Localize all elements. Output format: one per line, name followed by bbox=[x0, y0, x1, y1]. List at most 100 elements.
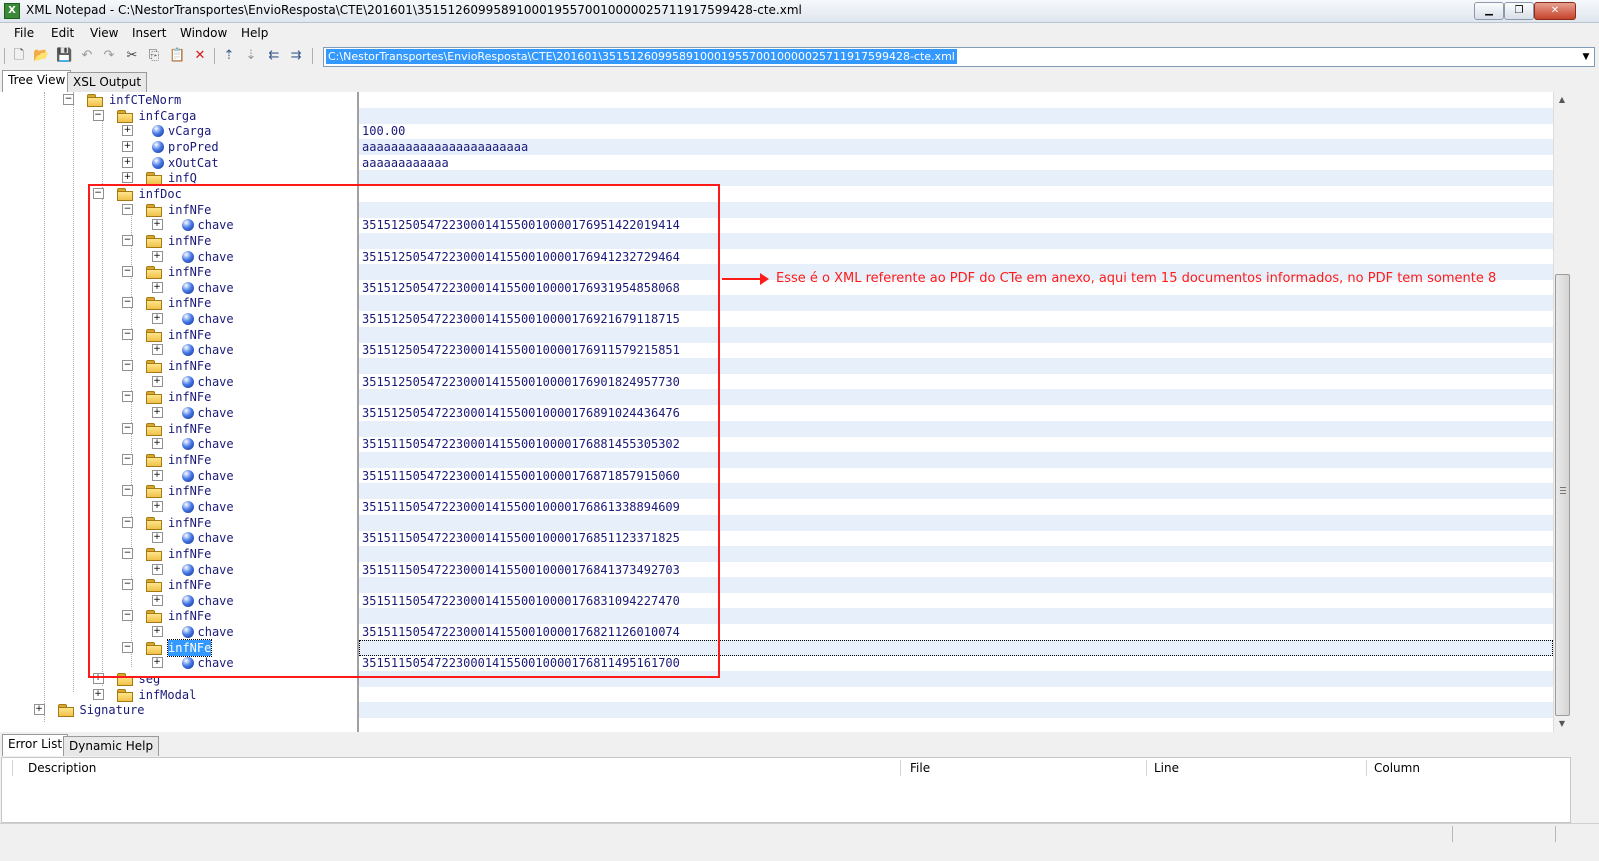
expand-icon[interactable]: + bbox=[122, 156, 133, 168]
attribute-node-icon bbox=[152, 125, 164, 138]
menu-help[interactable]: Help bbox=[241, 26, 268, 40]
status-bar bbox=[0, 823, 1599, 844]
value-row[interactable] bbox=[359, 92, 1553, 108]
toolbar-separator bbox=[312, 48, 313, 64]
menu-bar: File Edit View Insert Window Help bbox=[0, 23, 1599, 43]
node-label[interactable]: infCarga bbox=[139, 108, 197, 124]
minimize-button[interactable]: ▁ bbox=[1474, 2, 1504, 20]
tree-node[interactable]: + xOutCat bbox=[0, 155, 358, 171]
vertical-scrollbar[interactable]: ▲ ▼ bbox=[1553, 92, 1570, 732]
expand-icon[interactable]: + bbox=[122, 140, 133, 152]
column-column[interactable]: Column bbox=[1374, 758, 1420, 778]
column-description[interactable]: Description bbox=[28, 758, 96, 778]
scrollbar-grip bbox=[1560, 490, 1566, 491]
tree-node[interactable]: − infCTeNorm bbox=[0, 92, 358, 108]
attribute-node-icon bbox=[152, 140, 164, 153]
toolbar-grip bbox=[4, 48, 5, 64]
value-row[interactable]: aaaaaaaaaaaaaaaaaaaaaaa bbox=[359, 138, 1553, 155]
title-bar: X XML Notepad - C:\NestorTransportes\Env… bbox=[0, 0, 1599, 23]
tab-tree-view[interactable]: Tree View bbox=[2, 70, 72, 93]
expand-icon[interactable]: + bbox=[122, 125, 133, 137]
scroll-up-arrow-icon[interactable]: ▲ bbox=[1554, 92, 1570, 108]
open-icon[interactable]: 📂 bbox=[33, 48, 49, 64]
value-row[interactable]: aaaaaaaaaaaa bbox=[359, 155, 1553, 171]
toolbar-separator bbox=[214, 48, 215, 64]
annotation-arrow-line bbox=[722, 278, 762, 280]
tree-node[interactable]: + proPred bbox=[0, 139, 358, 155]
attribute-node-icon bbox=[152, 156, 164, 169]
undo-icon[interactable]: ↶ bbox=[79, 48, 95, 64]
xml-notepad-app-icon: X bbox=[4, 3, 20, 19]
tab-dynamic-help[interactable]: Dynamic Help bbox=[63, 736, 160, 756]
node-label[interactable]: proPred bbox=[168, 139, 219, 155]
maximize-button[interactable]: ❐ bbox=[1504, 2, 1534, 20]
column-separator bbox=[1366, 760, 1367, 776]
column-separator bbox=[1146, 760, 1147, 776]
node-value[interactable]: 100.00 bbox=[362, 123, 405, 139]
node-value[interactable]: aaaaaaaaaaaa bbox=[362, 155, 449, 171]
annotation-highlight-box bbox=[88, 184, 720, 678]
column-line[interactable]: Line bbox=[1154, 758, 1179, 778]
close-icon: ✕ bbox=[1550, 5, 1560, 16]
bottom-tabs: Error List Dynamic Help bbox=[0, 734, 1599, 756]
status-separator bbox=[1555, 826, 1556, 842]
scrollbar-thumb[interactable] bbox=[1555, 274, 1570, 716]
nudge-left-icon[interactable]: ⇇ bbox=[266, 48, 282, 64]
menu-edit[interactable]: Edit bbox=[51, 26, 74, 40]
column-file[interactable]: File bbox=[910, 758, 930, 778]
scroll-down-arrow-icon[interactable]: ▼ bbox=[1554, 716, 1570, 732]
folder-icon bbox=[116, 109, 133, 123]
error-list-body[interactable] bbox=[1, 778, 1571, 823]
value-row[interactable] bbox=[359, 687, 1553, 703]
tab-error-list[interactable]: Error List bbox=[2, 734, 69, 756]
redo-icon[interactable]: ↷ bbox=[101, 48, 117, 64]
node-label[interactable]: infModal bbox=[139, 687, 197, 703]
value-row[interactable]: 100.00 bbox=[359, 123, 1553, 139]
node-value[interactable]: aaaaaaaaaaaaaaaaaaaaaaa bbox=[362, 139, 528, 155]
tab-xsl-output[interactable]: XSL Output bbox=[67, 72, 148, 92]
scrollbar-grip bbox=[1560, 487, 1566, 488]
chevron-down-icon[interactable]: ▼ bbox=[1578, 48, 1594, 66]
node-label[interactable]: xOutCat bbox=[168, 155, 219, 171]
file-path-input[interactable]: C:\NestorTransportes\EnvioResposta\CTE\2… bbox=[326, 49, 957, 64]
status-separator bbox=[1452, 826, 1453, 842]
menu-file[interactable]: File bbox=[14, 26, 34, 40]
tree-node[interactable]: + Signature bbox=[0, 702, 358, 718]
view-tabs: Tree View XSL Output bbox=[0, 70, 1599, 93]
node-label[interactable]: infCTeNorm bbox=[109, 92, 181, 108]
delete-icon[interactable]: ✕ bbox=[192, 48, 208, 64]
tree-node[interactable]: + vCarga bbox=[0, 123, 358, 139]
nudge-right-icon[interactable]: ⇉ bbox=[288, 48, 304, 64]
nudge-down-icon[interactable]: ⇣ bbox=[243, 48, 259, 64]
value-row[interactable] bbox=[359, 702, 1553, 719]
close-button[interactable]: ✕ bbox=[1534, 2, 1576, 20]
annotation-arrow-icon bbox=[760, 273, 769, 285]
error-list-header: Description File Line Column bbox=[1, 757, 1571, 779]
tree-node[interactable]: + infModal bbox=[0, 687, 358, 703]
column-separator bbox=[12, 760, 13, 776]
file-path-combobox[interactable]: C:\NestorTransportes\EnvioResposta\CTE\2… bbox=[323, 47, 1595, 67]
save-icon[interactable]: 💾 bbox=[56, 48, 72, 64]
paste-icon[interactable]: 📋 bbox=[169, 48, 185, 64]
scrollbar-grip bbox=[1560, 493, 1566, 494]
expand-icon[interactable]: + bbox=[122, 172, 133, 184]
expand-icon[interactable]: + bbox=[92, 688, 104, 700]
node-label[interactable]: vCarga bbox=[168, 123, 211, 139]
folder-icon bbox=[87, 94, 103, 107]
annotation-text: Esse é o XML referente ao PDF do CTe em … bbox=[776, 271, 1497, 286]
collapse-icon[interactable]: − bbox=[63, 94, 74, 105]
new-icon[interactable]: 🗋 bbox=[11, 48, 27, 64]
menu-window[interactable]: Window bbox=[180, 26, 227, 40]
menu-insert[interactable]: Insert bbox=[132, 26, 166, 40]
folder-icon bbox=[57, 704, 74, 718]
collapse-icon[interactable]: − bbox=[92, 109, 104, 121]
expand-icon[interactable]: + bbox=[33, 704, 45, 716]
column-separator bbox=[900, 760, 901, 776]
copy-icon[interactable]: ⎘ bbox=[146, 48, 162, 64]
cut-icon[interactable]: ✂ bbox=[124, 48, 140, 64]
node-label[interactable]: Signature bbox=[80, 702, 145, 718]
menu-view[interactable]: View bbox=[90, 26, 118, 40]
tree-node[interactable]: − infCarga bbox=[0, 108, 358, 124]
value-row[interactable] bbox=[359, 107, 1553, 124]
nudge-up-icon[interactable]: ⇡ bbox=[221, 48, 237, 64]
